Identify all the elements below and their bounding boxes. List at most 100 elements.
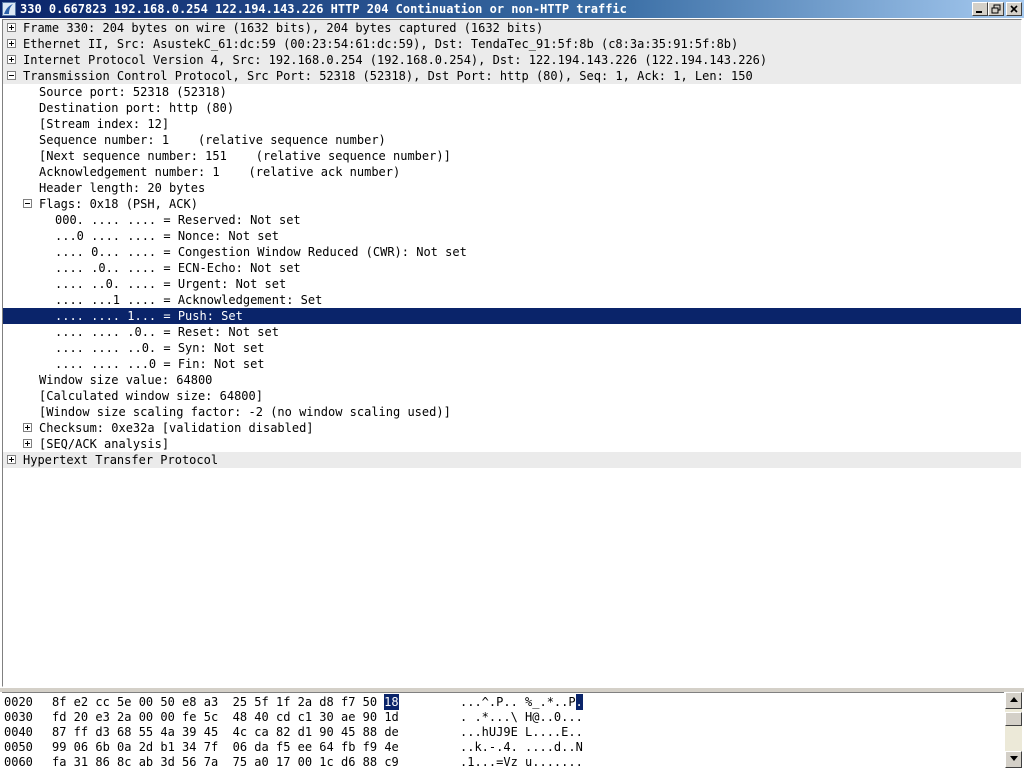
tree-row[interactable]: Flags: 0x18 (PSH, ACK) [3,196,1021,212]
hex-offset: 0040 [4,725,33,739]
tree-row-label: .... ...1 .... = Acknowledgement: Set [55,293,323,307]
hex-ascii[interactable]: ...^.P.. %_.*..P [460,694,576,710]
hex-row[interactable]: 0030 fd 20 e3 2a 00 00 fe 5c 48 40 cd c1 … [2,709,1004,725]
tree-row[interactable]: .... ..0. .... = Urgent: Not set [3,276,1021,292]
restore-button[interactable] [988,2,1004,16]
packet-details-tree[interactable]: Frame 330: 204 bytes on wire (1632 bits)… [2,19,1022,687]
hex-bytes[interactable]: 99 06 6b 0a 2d b1 34 7f 06 da f5 ee 64 f… [52,739,399,755]
tree-row-label: Transmission Control Protocol, Src Port:… [23,69,753,83]
arrow-down-icon [1009,756,1018,761]
vertical-scrollbar[interactable] [1005,692,1022,768]
tree-row-label: .... .... .0.. = Reset: Not set [55,325,279,339]
tree-row[interactable]: Internet Protocol Version 4, Src: 192.16… [3,52,1021,68]
hex-row[interactable]: 0050 99 06 6b 0a 2d b1 34 7f 06 da f5 ee … [2,739,1004,755]
tree-row-label: .... .... 1... = Push: Set [55,309,243,323]
tree-row-label: Flags: 0x18 (PSH, ACK) [39,197,198,211]
tree-row[interactable]: 000. .... .... = Reserved: Not set [3,212,1021,228]
hex-ascii[interactable]: ..k.-.4. ....d..N [460,739,583,755]
tree-row[interactable]: Window size value: 64800 [3,372,1021,388]
tree-row-label: Hypertext Transfer Protocol [23,453,219,467]
tree-row-label: .... ..0. .... = Urgent: Not set [55,277,287,291]
tree-row[interactable]: Header length: 20 bytes [3,180,1021,196]
expand-plus-icon[interactable] [23,439,32,448]
expand-plus-icon[interactable] [23,423,32,432]
collapse-minus-icon[interactable] [7,71,16,80]
hex-offset: 0050 [4,740,33,754]
tree-row-label: .... .0.. .... = ECN-Echo: Not set [55,261,301,275]
tree-row[interactable]: [SEQ/ACK analysis] [3,436,1021,452]
tree-row-label: [Stream index: 12] [39,117,170,131]
tree-row[interactable]: .... .... ...0 = Fin: Not set [3,356,1021,372]
collapse-minus-icon[interactable] [23,199,32,208]
hex-ascii[interactable]: ...hUJ9E L....E.. [460,724,583,740]
tree-row-label: Checksum: 0xe32a [validation disabled] [39,421,314,435]
tree-row[interactable]: .... .... ..0. = Syn: Not set [3,340,1021,356]
hex-ascii-selected[interactable]: . [575,694,583,710]
tree-row-label: [SEQ/ACK analysis] [39,437,170,451]
tree-row[interactable]: [Window size scaling factor: -2 (no wind… [3,404,1021,420]
tree-row[interactable]: ...0 .... .... = Nonce: Not set [3,228,1021,244]
hex-offset: 0060 [4,755,33,768]
tree-row[interactable]: Source port: 52318 (52318) [3,84,1021,100]
close-icon [1010,5,1018,13]
tree-row[interactable]: Checksum: 0xe32a [validation disabled] [3,420,1021,436]
minimize-icon [976,11,982,13]
tree-row-label: Sequence number: 1 (relative sequence nu… [39,133,386,147]
tree-row[interactable]: Destination port: http (80) [3,100,1021,116]
scroll-thumb[interactable] [1005,712,1022,726]
tree-row[interactable]: Hypertext Transfer Protocol [3,452,1021,468]
tree-row[interactable]: Ethernet II, Src: AsustekC_61:dc:59 (00:… [3,36,1021,52]
tree-row[interactable]: Acknowledgement number: 1 (relative ack … [3,164,1021,180]
tree-row[interactable]: Sequence number: 1 (relative sequence nu… [3,132,1021,148]
tree-row[interactable]: .... 0... .... = Congestion Window Reduc… [3,244,1021,260]
hex-row[interactable]: 0040 87 ff d3 68 55 4a 39 45 4c ca 82 d1 … [2,724,1004,740]
expand-plus-icon[interactable] [7,455,16,464]
tree-row-selected[interactable]: .... .... 1... = Push: Set [3,308,1021,324]
tree-row[interactable]: [Calculated window size: 64800] [3,388,1021,404]
tree-row-label: 000. .... .... = Reserved: Not set [55,213,301,227]
tree-row[interactable]: .... .... .0.. = Reset: Not set [3,324,1021,340]
hex-offset: 0030 [4,710,33,724]
hex-offset: 0020 [4,695,33,709]
tree-row-label: Header length: 20 bytes [39,181,206,195]
arrow-up-icon [1009,697,1018,702]
expand-plus-icon[interactable] [7,39,16,48]
minimize-button[interactable] [972,2,988,16]
expand-plus-icon[interactable] [7,55,16,64]
maximize-icon [991,4,1001,14]
tree-row[interactable]: .... ...1 .... = Acknowledgement: Set [3,292,1021,308]
scroll-down-button[interactable] [1005,751,1022,768]
expand-plus-icon[interactable] [7,23,16,32]
hex-bytes[interactable]: fa 31 86 8c ab 3d 56 7a 75 a0 17 00 1c d… [52,754,399,768]
tree-row[interactable]: [Stream index: 12] [3,116,1021,132]
tree-row-label: Destination port: http (80) [39,101,235,115]
tree-row[interactable]: Transmission Control Protocol, Src Port:… [3,68,1021,84]
tree-row[interactable]: [Next sequence number: 151 (relative seq… [3,148,1021,164]
hex-byte-selected[interactable]: 18 [384,694,399,710]
tree-row-label: Acknowledgement number: 1 (relative ack … [39,165,401,179]
tree-row-label: Source port: 52318 (52318) [39,85,227,99]
tree-row[interactable]: Frame 330: 204 bytes on wire (1632 bits)… [3,20,1021,36]
tree-row[interactable]: .... .0.. .... = ECN-Echo: Not set [3,260,1021,276]
close-button[interactable] [1006,2,1022,16]
hex-bytes[interactable]: 8f e2 cc 5e 00 50 e8 a3 25 5f 1f 2a d8 f… [52,694,377,710]
tree-row-label: [Calculated window size: 64800] [39,389,263,403]
tree-row-label: ...0 .... .... = Nonce: Not set [55,229,279,243]
hex-ascii[interactable]: .1...=Vz u....... [460,754,583,768]
hex-bytes[interactable]: fd 20 e3 2a 00 00 fe 5c 48 40 cd c1 30 a… [52,709,399,725]
tree-row-label: [Next sequence number: 151 (relative seq… [39,149,451,163]
tree-row-label: .... .... ..0. = Syn: Not set [55,341,265,355]
wireshark-fin-icon [2,2,16,16]
tree-row-label: Frame 330: 204 bytes on wire (1632 bits)… [23,21,544,35]
scroll-up-button[interactable] [1005,692,1022,709]
packet-bytes-pane[interactable]: 0020 8f e2 cc 5e 00 50 e8 a3 25 5f 1f 2a … [2,692,1004,768]
hex-row[interactable]: 0060 fa 31 86 8c ab 3d 56 7a 75 a0 17 00 … [2,754,1004,768]
tree-row-label: .... .... ...0 = Fin: Not set [55,357,265,371]
tree-row-label: Window size value: 64800 [39,373,213,387]
tree-row-label: Ethernet II, Src: AsustekC_61:dc:59 (00:… [23,37,739,51]
title-bar[interactable]: 330 0.667823 192.168.0.254 122.194.143.2… [0,0,1024,18]
hex-ascii[interactable]: . .*...\ H@..0... [460,709,583,725]
tree-row-label: Internet Protocol Version 4, Src: 192.16… [23,53,768,67]
hex-row[interactable]: 0020 8f e2 cc 5e 00 50 e8 a3 25 5f 1f 2a … [2,694,1004,710]
hex-bytes[interactable]: 87 ff d3 68 55 4a 39 45 4c ca 82 d1 90 4… [52,724,399,740]
